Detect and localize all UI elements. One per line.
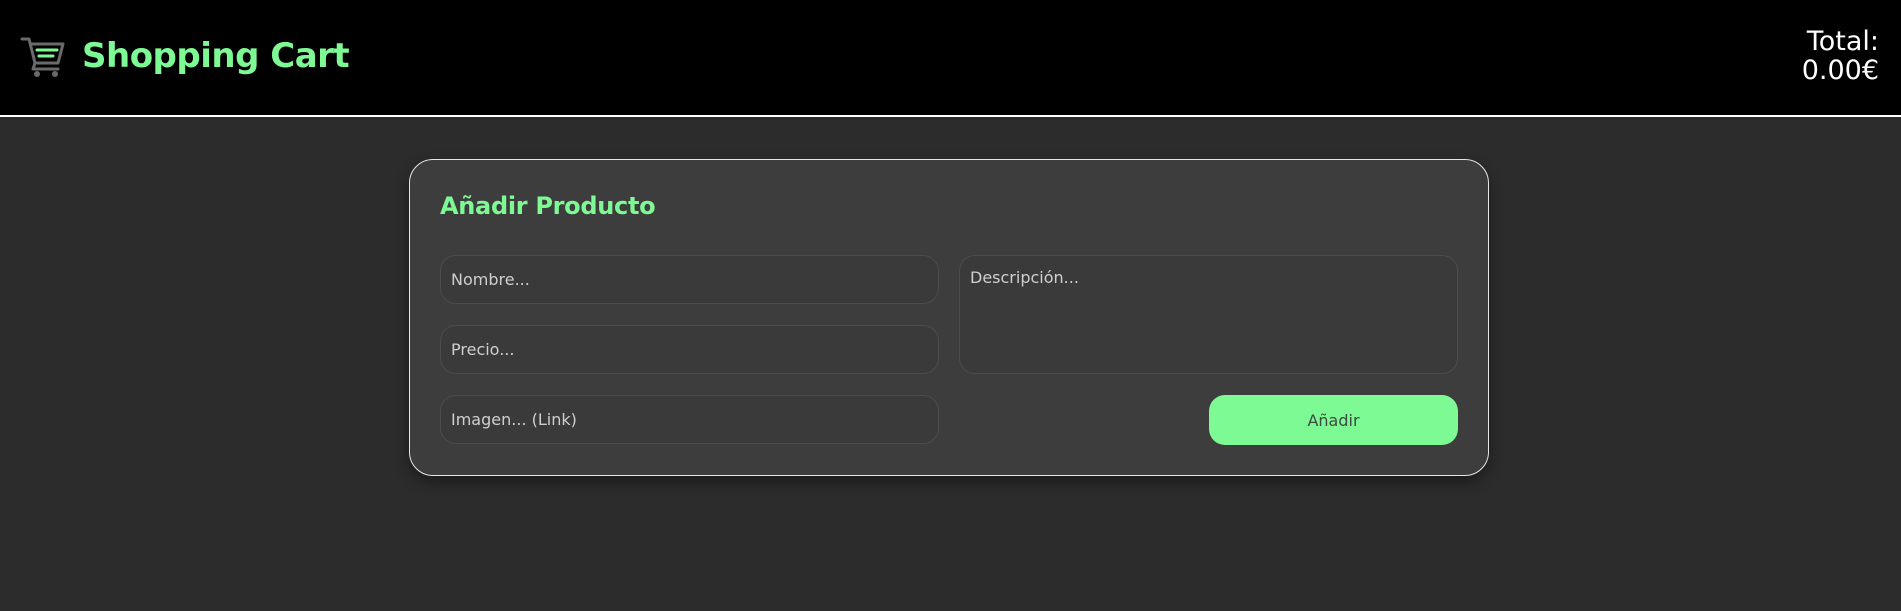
total-value: 0.00€ <box>1801 55 1879 86</box>
cart-total: Total: 0.00€ <box>1802 27 1879 85</box>
logo[interactable]: Shopping Cart <box>20 33 350 79</box>
price-input[interactable] <box>440 325 939 374</box>
add-product-button[interactable]: Añadir <box>1209 395 1458 445</box>
description-textarea[interactable] <box>959 255 1458 374</box>
image-link-input[interactable] <box>440 395 939 444</box>
app-title: Shopping Cart <box>82 36 350 76</box>
app-header: Shopping Cart Total: 0.00€ <box>0 0 1901 117</box>
add-product-card: Añadir Producto Añadir <box>409 159 1489 476</box>
name-input[interactable] <box>440 255 939 304</box>
shopping-cart-icon <box>20 33 66 79</box>
total-label: Total: <box>1806 26 1879 57</box>
add-product-title: Añadir Producto <box>440 192 656 220</box>
